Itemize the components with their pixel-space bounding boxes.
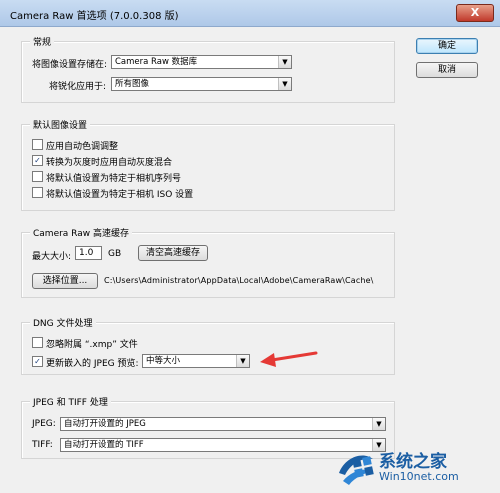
purge-cache-button[interactable]: 清空高速缓存 [138,245,208,261]
cache-group-label: Camera Raw 高速缓存 [30,226,132,239]
default-settings-group: 默认图像设置 应用自动色调调整 ✓ 转换为灰度时应用自动灰度混合 将默认值设置为… [21,118,395,211]
max-size-unit: GB [108,249,122,259]
dng-group: DNG 文件处理 忽略附属 “.xmp” 文件 ✓ 更新嵌入的 JPEG 预览:… [21,316,395,375]
ok-button[interactable]: 确定 [416,38,478,54]
tiff-value: 自动打开设置的 TIFF [64,440,144,450]
preview-size-select[interactable]: 中等大小 ▼ [142,354,250,368]
serial-number-label: 将默认值设置为特定于相机序列号 [46,174,182,184]
watermark-name: 系统之家 [379,452,447,472]
windows-logo-icon [339,455,374,485]
title-bar[interactable]: Camera Raw 首选项 (7.0.0.308 版) X [0,0,500,27]
auto-tone-checkbox[interactable] [32,139,43,150]
preferences-dialog: Camera Raw 首选项 (7.0.0.308 版) X 确定 取消 常规 … [0,0,500,493]
jpeg-value: 自动打开设置的 JPEG [64,419,146,429]
save-settings-label: 将图像设置存储在: [32,60,108,70]
auto-grayscale-label: 转换为灰度时应用自动灰度混合 [46,158,173,168]
auto-tone-label: 应用自动色调调整 [46,142,119,152]
general-group: 常规 将图像设置存储在: Camera Raw 数据库 ▼ 将锐化应用于: 所有… [21,35,395,103]
jpeg-select[interactable]: 自动打开设置的 JPEG ▼ [60,417,386,431]
max-size-label: 最大大小: [32,252,72,262]
cache-path: C:\Users\Administrator\AppData\Local\Ado… [104,276,374,285]
general-group-label: 常规 [30,35,55,48]
sharpen-label: 将锐化应用于: [49,82,107,92]
close-button[interactable]: X [456,4,494,22]
watermark: 系统之家 Win10net.com [335,443,500,493]
window-title: Camera Raw 首选项 (7.0.0.308 版) [10,11,179,22]
sharpen-value: 所有图像 [115,79,150,89]
chevron-down-icon: ▼ [372,418,385,430]
preview-size-value: 中等大小 [146,356,181,366]
default-settings-group-label: 默认图像设置 [30,118,91,131]
save-settings-value: Camera Raw 数据库 [115,57,198,67]
cache-group: Camera Raw 高速缓存 最大大小: 1.0 GB 清空高速缓存 选择位置… [21,226,395,298]
tiff-label: TIFF: [32,440,53,450]
select-location-button[interactable]: 选择位置... [32,273,98,289]
sharpen-select[interactable]: 所有图像 ▼ [111,77,292,91]
iso-checkbox[interactable] [32,187,43,198]
update-jpeg-checkbox[interactable]: ✓ [32,356,43,367]
dng-group-label: DNG 文件处理 [30,316,96,329]
ignore-xmp-checkbox[interactable] [32,337,43,348]
cancel-button[interactable]: 取消 [416,62,478,78]
annotation-arrow-icon [260,351,318,367]
jpeg-label: JPEG: [32,419,56,429]
iso-label: 将默认值设置为特定于相机 ISO 设置 [46,190,194,200]
ignore-xmp-label: 忽略附属 “.xmp” 文件 [46,340,138,350]
save-settings-select[interactable]: Camera Raw 数据库 ▼ [111,55,292,69]
chevron-down-icon: ▼ [278,56,291,68]
max-size-input[interactable]: 1.0 [75,246,102,260]
update-jpeg-label: 更新嵌入的 JPEG 预览: [46,359,139,369]
chevron-down-icon: ▼ [278,78,291,90]
auto-grayscale-checkbox[interactable]: ✓ [32,155,43,166]
chevron-down-icon: ▼ [236,355,249,367]
watermark-url: Win10net.com [379,470,459,483]
jpeg-tiff-group-label: JPEG 和 TIFF 处理 [30,395,111,408]
serial-number-checkbox[interactable] [32,171,43,182]
